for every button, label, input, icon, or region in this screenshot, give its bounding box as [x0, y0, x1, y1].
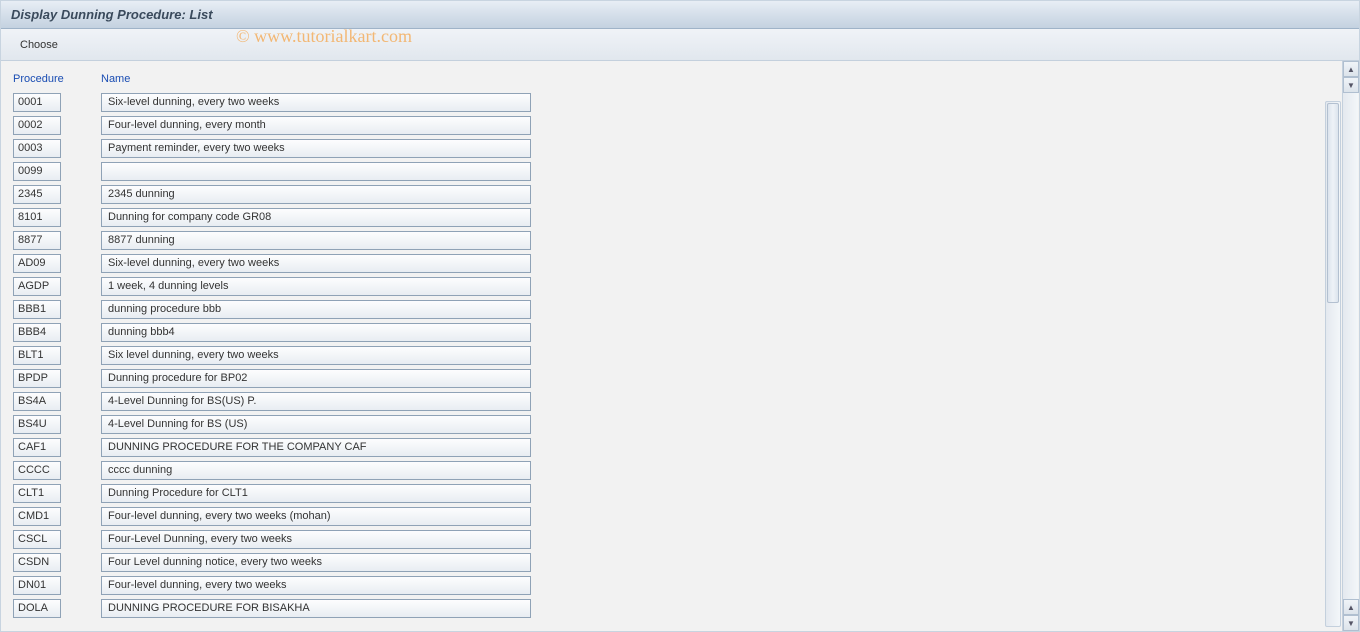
- cell-procedure[interactable]: 0003: [13, 139, 61, 158]
- cell-name[interactable]: 4-Level Dunning for BS (US): [101, 415, 531, 434]
- table-row[interactable]: BBB1 dunning procedure bbb: [13, 298, 1319, 320]
- table-row[interactable]: 0099: [13, 160, 1319, 182]
- cell-procedure[interactable]: DN01: [13, 576, 61, 595]
- table-row[interactable]: CSDN Four Level dunning notice, every two…: [13, 551, 1319, 573]
- inner-scroll-thumb[interactable]: [1327, 103, 1339, 303]
- page-title: Display Dunning Procedure: List: [11, 7, 213, 22]
- cell-name[interactable]: DUNNING PROCEDURE FOR BISAKHA: [101, 599, 531, 618]
- table-row[interactable]: 0001 Six-level dunning, every two weeks: [13, 91, 1319, 113]
- cell-name[interactable]: [101, 162, 531, 181]
- outer-scrollbar-vertical[interactable]: ▲ ▼ ▲ ▼: [1342, 61, 1358, 631]
- cell-procedure[interactable]: 2345: [13, 185, 61, 204]
- cell-name[interactable]: 2345 dunning: [101, 185, 531, 204]
- cell-name[interactable]: dunning bbb4: [101, 323, 531, 342]
- cell-name[interactable]: Six-level dunning, every two weeks: [101, 254, 531, 273]
- cell-name[interactable]: Four-level dunning, every two weeks (moh…: [101, 507, 531, 526]
- scroll-down-icon[interactable]: ▼: [1343, 615, 1359, 631]
- cell-name[interactable]: 1 week, 4 dunning levels: [101, 277, 531, 296]
- cell-name[interactable]: 4-Level Dunning for BS(US) P.: [101, 392, 531, 411]
- cell-procedure[interactable]: DOLA: [13, 599, 61, 618]
- table-row[interactable]: BS4U 4-Level Dunning for BS (US): [13, 413, 1319, 435]
- table-row[interactable]: DOLA DUNNING PROCEDURE FOR BISAKHA: [13, 597, 1319, 619]
- table-row[interactable]: AGDP 1 week, 4 dunning levels: [13, 275, 1319, 297]
- table-row[interactable]: CAF1 DUNNING PROCEDURE FOR THE COMPANY CA…: [13, 436, 1319, 458]
- app-window: Display Dunning Procedure: List Choose P…: [0, 0, 1360, 632]
- table-header-row: Procedure Name: [13, 71, 1319, 87]
- table-body: 0001Six-level dunning, every two weeks00…: [13, 91, 1319, 619]
- scroll-down-icon[interactable]: ▲: [1343, 599, 1359, 615]
- content-area: Procedure Name 0001 Six-level dunning, ev…: [1, 61, 1359, 631]
- cell-procedure[interactable]: CSDN: [13, 553, 61, 572]
- cell-name[interactable]: dunning procedure bbb: [101, 300, 531, 319]
- col-header-procedure[interactable]: Procedure: [13, 71, 101, 87]
- cell-procedure[interactable]: BBB1: [13, 300, 61, 319]
- table-row[interactable]: 8101 Dunning for company code GR08: [13, 206, 1319, 228]
- table-row[interactable]: BLT1 Six level dunning, every two weeks: [13, 344, 1319, 366]
- cell-procedure[interactable]: 0099: [13, 162, 61, 181]
- cell-procedure[interactable]: CSCL: [13, 530, 61, 549]
- toolbar: Choose: [1, 29, 1359, 61]
- title-bar: Display Dunning Procedure: List: [1, 1, 1359, 29]
- cell-name[interactable]: Payment reminder, every two weeks: [101, 139, 531, 158]
- cell-name[interactable]: 8877 dunning: [101, 231, 531, 250]
- cell-name[interactable]: Six-level dunning, every two weeks: [101, 93, 531, 112]
- cell-procedure[interactable]: 8877: [13, 231, 61, 250]
- table-row[interactable]: DN01 Four-level dunning, every two weeks: [13, 574, 1319, 596]
- table-row[interactable]: 0003 Payment reminder, every two weeks: [13, 137, 1319, 159]
- inner-scrollbar-vertical[interactable]: [1325, 101, 1341, 627]
- cell-procedure[interactable]: AGDP: [13, 277, 61, 296]
- table-row[interactable]: BPDP Dunning procedure for BP02: [13, 367, 1319, 389]
- cell-name[interactable]: Dunning procedure for BP02: [101, 369, 531, 388]
- table-row[interactable]: 2345 2345 dunning: [13, 183, 1319, 205]
- table-row[interactable]: CMD1 Four-level dunning, every two weeks …: [13, 505, 1319, 527]
- table-row[interactable]: BS4A 4-Level Dunning for BS(US) P.: [13, 390, 1319, 412]
- table-row[interactable]: CSCL Four-Level Dunning, every two weeks: [13, 528, 1319, 550]
- cell-procedure[interactable]: CMD1: [13, 507, 61, 526]
- cell-name[interactable]: DUNNING PROCEDURE FOR THE COMPANY CAF: [101, 438, 531, 457]
- cell-procedure[interactable]: CAF1: [13, 438, 61, 457]
- table-row[interactable]: CLT1 Dunning Procedure for CLT1: [13, 482, 1319, 504]
- cell-procedure[interactable]: BS4U: [13, 415, 61, 434]
- table-row[interactable]: AD09 Six-level dunning, every two weeks: [13, 252, 1319, 274]
- content-wrapper: Procedure Name 0001 Six-level dunning, ev…: [1, 61, 1359, 631]
- cell-procedure[interactable]: BLT1: [13, 346, 61, 365]
- cell-procedure[interactable]: AD09: [13, 254, 61, 273]
- cell-procedure[interactable]: 8101: [13, 208, 61, 227]
- table-row[interactable]: 8877 8877 dunning: [13, 229, 1319, 251]
- cell-procedure[interactable]: 0001: [13, 93, 61, 112]
- cell-name[interactable]: Four-Level Dunning, every two weeks: [101, 530, 531, 549]
- scroll-up-icon[interactable]: ▼: [1343, 77, 1359, 93]
- cell-procedure[interactable]: BBB4: [13, 323, 61, 342]
- cell-procedure[interactable]: CLT1: [13, 484, 61, 503]
- cell-name[interactable]: Six level dunning, every two weeks: [101, 346, 531, 365]
- cell-name[interactable]: cccc dunning: [101, 461, 531, 480]
- cell-name[interactable]: Four Level dunning notice, every two wee…: [101, 553, 531, 572]
- table-row[interactable]: 0002 Four-level dunning, every month: [13, 114, 1319, 136]
- cell-name[interactable]: Dunning for company code GR08: [101, 208, 531, 227]
- cell-procedure[interactable]: CCCC: [13, 461, 61, 480]
- choose-button[interactable]: Choose: [11, 34, 67, 56]
- table-row[interactable]: CCCC cccc dunning: [13, 459, 1319, 481]
- cell-procedure[interactable]: BPDP: [13, 369, 61, 388]
- cell-procedure[interactable]: 0002: [13, 116, 61, 135]
- cell-name[interactable]: Four-level dunning, every month: [101, 116, 531, 135]
- cell-name[interactable]: Four-level dunning, every two weeks: [101, 576, 531, 595]
- cell-procedure[interactable]: BS4A: [13, 392, 61, 411]
- cell-name[interactable]: Dunning Procedure for CLT1: [101, 484, 531, 503]
- table-row[interactable]: BBB4 dunning bbb4: [13, 321, 1319, 343]
- col-header-name[interactable]: Name: [101, 71, 541, 87]
- scroll-up-icon[interactable]: ▲: [1343, 61, 1359, 77]
